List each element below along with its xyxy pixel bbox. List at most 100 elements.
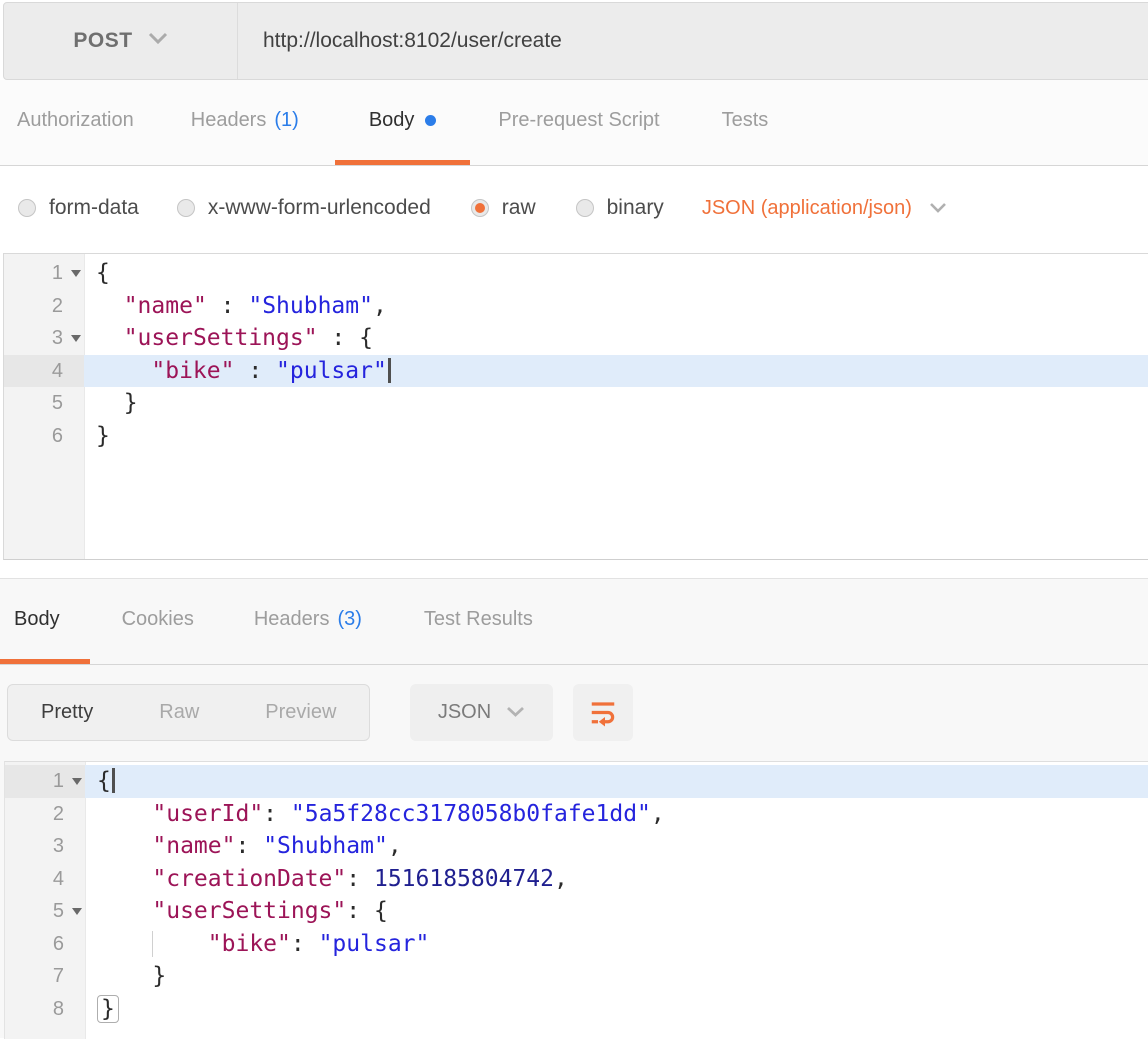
- tab-body[interactable]: Body: [335, 80, 471, 165]
- code-text: [97, 833, 152, 859]
- tab-response-headers[interactable]: Headers (3): [254, 579, 362, 664]
- line-number: 6: [53, 928, 64, 961]
- line-number: 1: [52, 257, 63, 290]
- code-text: :: [346, 898, 374, 924]
- tab-test-results[interactable]: Test Results: [424, 579, 533, 664]
- line-number: 7: [53, 960, 64, 993]
- mode-form-data[interactable]: form-data: [18, 196, 139, 220]
- tab-tests[interactable]: Tests: [722, 80, 769, 165]
- mode-label: x-www-form-urlencoded: [208, 196, 431, 220]
- mode-binary[interactable]: binary: [576, 196, 664, 220]
- url-input[interactable]: http://localhost:8102/user/create: [238, 3, 1148, 79]
- response-tab-bar: Body Cookies Headers (3) Test Results: [0, 579, 1148, 665]
- json-string-value: "Shubham": [248, 293, 373, 319]
- mode-raw[interactable]: raw: [471, 196, 536, 220]
- word-wrap-icon: [588, 698, 618, 728]
- headers-count-badge: (1): [274, 109, 298, 132]
- json-key: "name": [124, 293, 207, 319]
- radio-unselected-icon[interactable]: [18, 199, 36, 217]
- fold-arrow-icon[interactable]: [72, 778, 82, 785]
- request-url-bar: POST http://localhost:8102/user/create: [3, 2, 1148, 80]
- gutter-cell: 3: [5, 830, 85, 863]
- body-mode-row: form-data x-www-form-urlencoded raw bina…: [0, 166, 1148, 250]
- code-content: "userId": "5a5f28cc3178058b0fafe1dd",: [85, 798, 1148, 831]
- tab-label: Tests: [722, 109, 769, 132]
- code-line[interactable]: 8}: [5, 993, 1148, 1026]
- response-panel: Body Cookies Headers (3) Test Results Pr…: [0, 578, 1148, 1038]
- gutter-cell: 8: [5, 993, 85, 1026]
- code-text: }: [97, 963, 166, 989]
- tab-headers[interactable]: Headers (1): [191, 80, 299, 165]
- code-text: }: [96, 423, 110, 449]
- code-line[interactable]: 3 "name": "Shubham",: [5, 830, 1148, 863]
- code-line[interactable]: 1{: [4, 257, 1148, 290]
- response-view-switch: Pretty Raw Preview: [7, 684, 370, 741]
- code-line[interactable]: 1{: [5, 765, 1148, 798]
- gutter-cell: 4: [4, 355, 84, 388]
- gutter-cell: 5: [5, 895, 85, 928]
- response-body-editor[interactable]: 1{2 "userId": "5a5f28cc3178058b0fafe1dd"…: [4, 761, 1148, 1039]
- code-text: :: [346, 866, 374, 892]
- method-selector[interactable]: POST: [4, 3, 238, 79]
- code-text: [97, 931, 152, 957]
- line-number: 2: [52, 290, 63, 323]
- fold-arrow-icon[interactable]: [72, 908, 82, 915]
- line-number: 1: [53, 765, 64, 798]
- json-string-value: "pulsar": [319, 931, 430, 957]
- view-raw-button[interactable]: Raw: [126, 685, 232, 740]
- code-line[interactable]: 5 "userSettings": {: [5, 895, 1148, 928]
- line-number: 4: [52, 355, 63, 388]
- view-label: Raw: [159, 701, 199, 724]
- radio-unselected-icon[interactable]: [576, 199, 594, 217]
- json-key: "userId": [152, 801, 263, 827]
- code-line[interactable]: 2 "userId": "5a5f28cc3178058b0fafe1dd",: [5, 798, 1148, 831]
- code-text: [97, 801, 152, 827]
- tab-cookies[interactable]: Cookies: [122, 579, 194, 664]
- content-type-selector[interactable]: JSON (application/json): [702, 197, 947, 220]
- tab-response-body[interactable]: Body: [0, 579, 90, 664]
- code-line[interactable]: 7 }: [5, 960, 1148, 993]
- radio-unselected-icon[interactable]: [177, 199, 195, 217]
- fold-arrow-icon[interactable]: [71, 270, 81, 277]
- fold-arrow-icon[interactable]: [71, 335, 81, 342]
- tab-pre-request-script[interactable]: Pre-request Script: [498, 80, 659, 165]
- code-line[interactable]: 6 "bike": "pulsar": [5, 928, 1148, 961]
- mode-x-www-form-urlencoded[interactable]: x-www-form-urlencoded: [177, 196, 431, 220]
- code-text: ,: [651, 801, 665, 827]
- json-number-value: 1516185804742: [374, 866, 554, 892]
- word-wrap-button[interactable]: [573, 684, 633, 741]
- json-string-value: "pulsar": [276, 358, 387, 384]
- mode-label: binary: [607, 196, 664, 220]
- tab-label: Test Results: [424, 608, 533, 631]
- line-number: 8: [53, 993, 64, 1026]
- code-line[interactable]: 2 "name" : "Shubham",: [4, 290, 1148, 323]
- json-key: "name": [152, 833, 235, 859]
- code-text: [96, 325, 124, 351]
- code-text: [97, 898, 152, 924]
- view-preview-button[interactable]: Preview: [232, 685, 369, 740]
- gutter-cell: 6: [4, 420, 84, 453]
- code-text: :: [318, 325, 360, 351]
- code-text: {: [97, 768, 111, 794]
- code-text: :: [234, 358, 276, 384]
- code-content: {: [85, 765, 1148, 798]
- response-format-selector[interactable]: JSON: [410, 684, 553, 741]
- code-content: "name": "Shubham",: [85, 830, 1148, 863]
- request-body-editor[interactable]: 1{2 "name" : "Shubham",3 "userSettings" …: [3, 253, 1148, 560]
- tab-authorization[interactable]: Authorization: [17, 80, 134, 165]
- line-number: 3: [53, 830, 64, 863]
- code-line[interactable]: 4 "bike" : "pulsar": [4, 355, 1148, 388]
- json-key: "creationDate": [152, 866, 346, 892]
- gutter-cell: 4: [5, 863, 85, 896]
- code-line[interactable]: 6}: [4, 420, 1148, 453]
- code-text: :: [207, 293, 249, 319]
- json-key: "userSettings": [152, 898, 346, 924]
- view-pretty-button[interactable]: Pretty: [8, 685, 126, 740]
- code-line[interactable]: 5 }: [4, 387, 1148, 420]
- code-text: ,: [373, 293, 387, 319]
- content-type-label: JSON (application/json): [702, 197, 912, 220]
- code-line[interactable]: 3 "userSettings" : {: [4, 322, 1148, 355]
- radio-selected-icon[interactable]: [471, 199, 489, 217]
- code-line[interactable]: 4 "creationDate": 1516185804742,: [5, 863, 1148, 896]
- code-content: "creationDate": 1516185804742,: [85, 863, 1148, 896]
